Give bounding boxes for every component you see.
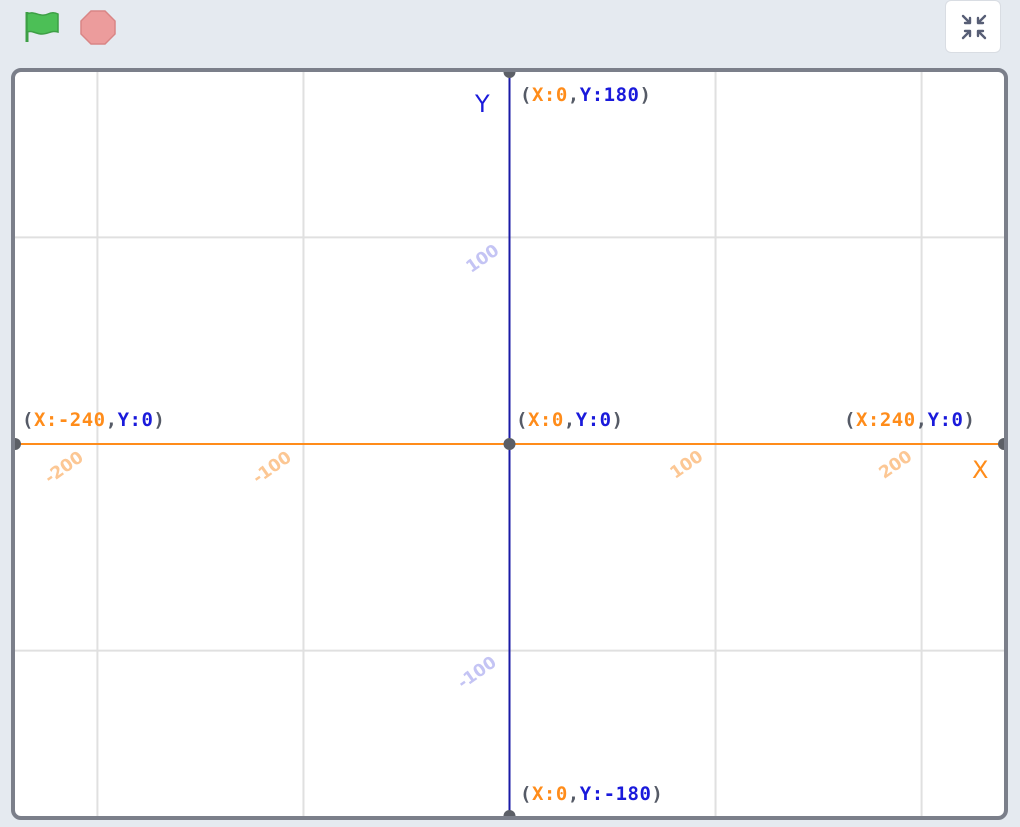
coord-label-left: (X:-240,Y:0) [22, 409, 166, 431]
stage-toolbar [0, 0, 1020, 64]
green-flag-button[interactable] [22, 8, 64, 46]
origin-dot [503, 438, 516, 450]
coord-label-bottom: (X:0,Y:-180) [520, 783, 664, 805]
right-edge-dot [998, 438, 1004, 450]
bottom-edge-dot [503, 810, 516, 816]
coord-label-right: (X:240,Y:0) [844, 409, 976, 431]
left-edge-dot [15, 438, 21, 450]
x-axis-label: X [972, 456, 989, 484]
green-flag-icon [25, 12, 59, 42]
y-axis-label: Y [475, 90, 490, 118]
top-edge-dot [503, 72, 516, 78]
stage-grid [15, 72, 1004, 816]
coord-label-top: (X:0,Y:180) [520, 84, 652, 106]
stop-icon [80, 10, 116, 45]
coord-label-center: (X:0,Y:0) [516, 409, 624, 431]
exit-fullscreen-button[interactable] [945, 0, 1001, 53]
stage[interactable]: Y X -200 -100 100 200 100 -100 (X:0,Y:18… [11, 68, 1008, 820]
stop-button[interactable] [78, 8, 118, 46]
exit-fullscreen-icon [961, 14, 987, 40]
